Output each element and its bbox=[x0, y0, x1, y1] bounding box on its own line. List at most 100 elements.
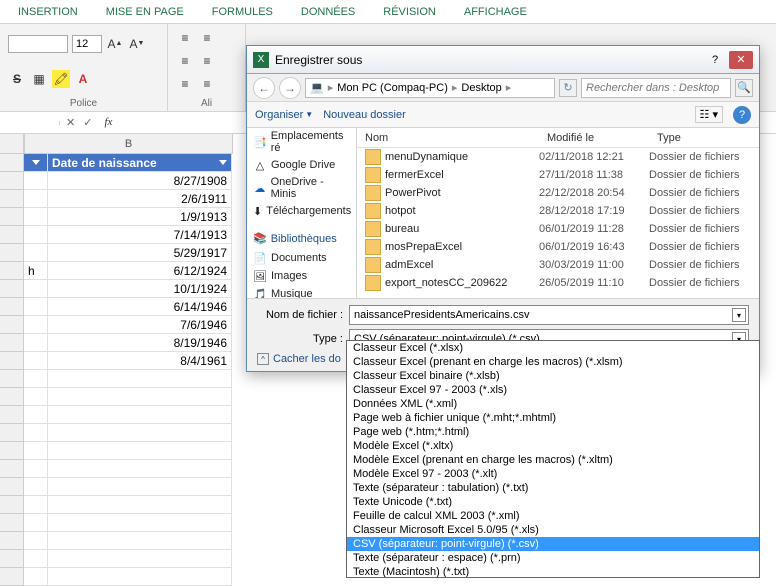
cell[interactable] bbox=[24, 568, 48, 586]
refresh-button[interactable]: ↻ bbox=[559, 79, 577, 97]
row-header[interactable] bbox=[0, 190, 24, 208]
row-header[interactable] bbox=[0, 154, 24, 172]
row-header[interactable] bbox=[0, 334, 24, 352]
cell[interactable] bbox=[48, 424, 232, 442]
col-type[interactable]: Type bbox=[649, 132, 759, 144]
strike-button[interactable]: S bbox=[8, 70, 26, 88]
nav-documents[interactable]: Documents bbox=[271, 252, 327, 264]
cell[interactable] bbox=[24, 460, 48, 478]
row-header[interactable] bbox=[0, 316, 24, 334]
nav-music[interactable]: Musique bbox=[271, 288, 313, 298]
filter-dropdown-a[interactable] bbox=[24, 154, 48, 172]
cell[interactable] bbox=[24, 478, 48, 496]
nav-libraries[interactable]: Bibliothèques bbox=[271, 233, 337, 245]
cell[interactable] bbox=[24, 532, 48, 550]
file-row[interactable]: PowerPivot22/12/2018 20:54Dossier de fic… bbox=[357, 184, 759, 202]
name-box[interactable] bbox=[0, 121, 60, 125]
row-header[interactable] bbox=[0, 262, 24, 280]
format-option[interactable]: Classeur Microsoft Excel 5.0/95 (*.xls) bbox=[347, 523, 759, 537]
format-option[interactable]: Texte (séparateur : tabulation) (*.txt) bbox=[347, 481, 759, 495]
row-header[interactable] bbox=[0, 478, 24, 496]
nav-recent[interactable]: Emplacements ré bbox=[271, 130, 350, 154]
nav-back-button[interactable]: ← bbox=[253, 77, 275, 99]
cell[interactable] bbox=[48, 496, 232, 514]
format-option[interactable]: Texte Unicode (*.txt) bbox=[347, 495, 759, 509]
cell-a[interactable] bbox=[24, 208, 48, 226]
format-option[interactable]: Modèle Excel 97 - 2003 (*.xlt) bbox=[347, 467, 759, 481]
fill-color-button[interactable]: 🖍 bbox=[52, 70, 70, 88]
format-option[interactable]: Page web à fichier unique (*.mht;*.mhtml… bbox=[347, 411, 759, 425]
tab-data[interactable]: DONNÉES bbox=[287, 2, 369, 22]
row-header[interactable] bbox=[0, 406, 24, 424]
col-modified[interactable]: Modifié le bbox=[539, 132, 649, 144]
nav-gdrive[interactable]: Google Drive bbox=[271, 159, 335, 171]
cell-a[interactable] bbox=[24, 334, 48, 352]
tab-review[interactable]: RÉVISION bbox=[369, 2, 450, 22]
row-header[interactable] bbox=[0, 226, 24, 244]
row-header[interactable] bbox=[0, 244, 24, 262]
cell-a[interactable] bbox=[24, 190, 48, 208]
cell-b[interactable]: 10/1/1924 bbox=[48, 280, 232, 298]
hide-folders-link[interactable]: ^Cacher les do bbox=[257, 353, 341, 365]
view-options-button[interactable]: ☷ ▾ bbox=[695, 106, 723, 123]
row-header[interactable] bbox=[0, 352, 24, 370]
cell[interactable] bbox=[24, 550, 48, 568]
nav-images[interactable]: Images bbox=[271, 270, 307, 282]
border-button[interactable]: ▦ bbox=[30, 70, 48, 88]
file-columns[interactable]: Nom Modifié le Type bbox=[357, 128, 759, 148]
align-top-icon[interactable]: ≡ bbox=[176, 29, 194, 47]
row-header[interactable] bbox=[0, 550, 24, 568]
close-window-button[interactable]: ✕ bbox=[729, 51, 753, 69]
fx-icon[interactable]: fx bbox=[100, 116, 116, 129]
cell-a[interactable] bbox=[24, 316, 48, 334]
select-all-corner[interactable] bbox=[0, 134, 24, 154]
row-header[interactable] bbox=[0, 208, 24, 226]
cell[interactable] bbox=[48, 514, 232, 532]
decrease-font-icon[interactable]: A▼ bbox=[128, 35, 146, 53]
nav-downloads[interactable]: Téléchargements bbox=[266, 205, 351, 217]
cell-a[interactable] bbox=[24, 280, 48, 298]
format-option[interactable]: Modèle Excel (prenant en charge les macr… bbox=[347, 453, 759, 467]
format-option[interactable]: Classeur Excel (*.xlsx) bbox=[347, 341, 759, 355]
nav-forward-button[interactable]: → bbox=[279, 77, 301, 99]
file-row[interactable]: menuDynamique02/11/2018 12:21Dossier de … bbox=[357, 148, 759, 166]
file-row[interactable]: export_notesCC_20962226/05/2019 11:10Dos… bbox=[357, 274, 759, 292]
row-header[interactable] bbox=[0, 442, 24, 460]
cell-b[interactable]: 7/6/1946 bbox=[48, 316, 232, 334]
cell[interactable] bbox=[48, 532, 232, 550]
cell[interactable] bbox=[48, 388, 232, 406]
address-bar[interactable]: 💻▸ Mon PC (Compaq-PC)▸ Desktop▸ bbox=[305, 78, 555, 98]
cell[interactable] bbox=[24, 370, 48, 388]
filename-input[interactable]: naissancePresidentsAmericains.csv▾ bbox=[349, 305, 749, 325]
column-header-b[interactable]: B bbox=[25, 134, 233, 154]
cell-a[interactable] bbox=[24, 172, 48, 190]
cell-b[interactable]: 6/12/1924 bbox=[48, 262, 232, 280]
row-header[interactable] bbox=[0, 388, 24, 406]
tab-pagelayout[interactable]: MISE EN PAGE bbox=[92, 2, 198, 22]
row-header[interactable] bbox=[0, 424, 24, 442]
cell-a[interactable] bbox=[24, 226, 48, 244]
format-option[interactable]: Données XML (*.xml) bbox=[347, 397, 759, 411]
cell-a[interactable]: h bbox=[24, 262, 48, 280]
cell-b[interactable]: 8/4/1961 bbox=[48, 352, 232, 370]
cell-a[interactable] bbox=[24, 352, 48, 370]
align-bottom-icon[interactable]: ≡ bbox=[176, 52, 194, 70]
row-header[interactable] bbox=[0, 460, 24, 478]
cell-b[interactable]: 2/6/1911 bbox=[48, 190, 232, 208]
font-name-combo[interactable] bbox=[8, 35, 68, 53]
cell[interactable] bbox=[24, 442, 48, 460]
organize-menu[interactable]: Organiser ▼ bbox=[255, 109, 313, 121]
format-option[interactable]: Modèle Excel (*.xltx) bbox=[347, 439, 759, 453]
row-header[interactable] bbox=[0, 568, 24, 586]
help-button[interactable]: ? bbox=[733, 106, 751, 124]
cell-b[interactable]: 5/29/1917 bbox=[48, 244, 232, 262]
cell[interactable] bbox=[48, 568, 232, 586]
search-icon[interactable]: 🔍 bbox=[735, 79, 753, 97]
align-left-icon[interactable]: ≡ bbox=[198, 52, 216, 70]
cell[interactable] bbox=[48, 550, 232, 568]
format-option[interactable]: Page web (*.htm;*.html) bbox=[347, 425, 759, 439]
table-header-b[interactable]: Date de naissance bbox=[48, 154, 232, 172]
file-row[interactable]: fermerExcel27/11/2018 11:38Dossier de fi… bbox=[357, 166, 759, 184]
tab-view[interactable]: AFFICHAGE bbox=[450, 2, 541, 22]
cell-b[interactable]: 8/19/1946 bbox=[48, 334, 232, 352]
